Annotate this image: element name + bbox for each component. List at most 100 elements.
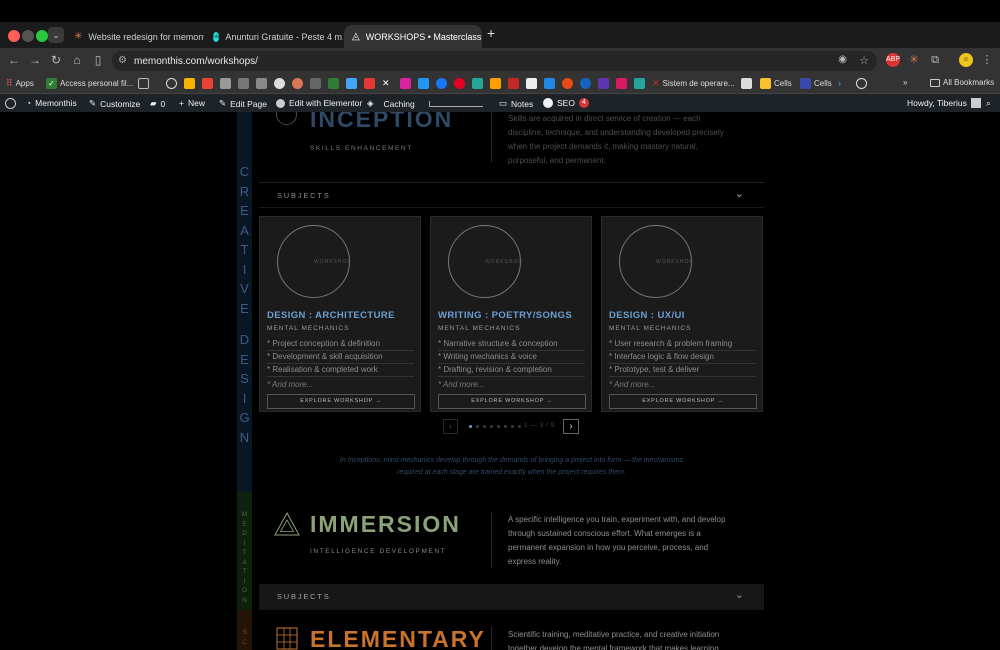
bookmark-17[interactable]	[634, 78, 645, 89]
bookmark-14[interactable]	[580, 78, 591, 89]
profile-avatar-icon[interactable]: ☺	[959, 53, 973, 67]
wp-site-link[interactable]: ◔ Memonthis	[26, 98, 77, 108]
explore-workshop-button[interactable]: EXPLORE WORKSHOP →	[609, 394, 757, 409]
zoom-window-button[interactable]	[36, 30, 48, 42]
bookmark-16[interactable]	[616, 78, 627, 89]
bookmark-icon	[256, 78, 267, 89]
bookmark-sistem[interactable]: ✕ Sistem de operare...	[652, 78, 735, 89]
wp-new-link[interactable]: + New	[179, 98, 205, 108]
bookmark-11[interactable]	[526, 78, 537, 89]
bookmark-grid[interactable]	[138, 78, 149, 89]
bookmark-facebook[interactable]	[436, 78, 447, 89]
inception-subjects-header[interactable]: SUBJECTS ⌄	[259, 182, 764, 208]
minimize-window-button[interactable]	[22, 30, 34, 42]
carousel-dot[interactable]	[504, 425, 507, 428]
sidebar-icon[interactable]: ▯	[90, 53, 106, 67]
carousel-dot[interactable]	[469, 425, 472, 428]
tab-workshops[interactable]: ◬ WORKSHOPS • Masterclass ... ✕	[344, 25, 482, 48]
tab-website-redesign[interactable]: ✳ Website redesign for memont... ✕	[66, 25, 204, 48]
quote-line: In Inceptions, mind mechanics develop th…	[339, 457, 684, 464]
home-icon[interactable]: ⌂	[69, 53, 85, 67]
more-bookmarks-icon[interactable]: »	[903, 78, 907, 87]
wp-caching-link[interactable]: ◈ Caching	[367, 98, 483, 109]
bookmark-site[interactable]	[166, 78, 177, 89]
reload-icon[interactable]: ↻	[48, 53, 64, 67]
bookmark-cells-1[interactable]: Cells	[760, 78, 792, 89]
bookmark-drive[interactable]	[184, 78, 195, 89]
carousel-next-button[interactable]: ›	[563, 419, 579, 434]
bookmark-7[interactable]	[418, 78, 429, 89]
wp-howdy-link[interactable]: Howdy, Tiberius	[907, 98, 981, 108]
bookmark-5[interactable]	[328, 78, 339, 89]
tab-anunturi[interactable]: olx Anunturi Gratuite - Peste 4 m... ✕	[205, 25, 343, 48]
workshop-card[interactable]: WORKSHOP WRITING : POETRY/SONGS MENTAL M…	[430, 216, 592, 412]
bookmark-2[interactable]	[238, 78, 249, 89]
bookmark-claude[interactable]	[292, 78, 303, 89]
bookmark-13[interactable]	[562, 78, 573, 89]
bookmark-cells-2[interactable]: Cells	[800, 78, 832, 89]
carousel-dot[interactable]	[497, 425, 500, 428]
bookmark-12[interactable]	[544, 78, 555, 89]
all-bookmarks[interactable]: All Bookmarks	[930, 78, 994, 87]
wordpress-logo-icon[interactable]	[5, 98, 16, 109]
wp-comments-link[interactable]: ▰ 0	[150, 98, 165, 109]
desc-line: through sustained conscious effort. What…	[508, 529, 701, 538]
claude-extension-icon[interactable]: ✳	[907, 53, 921, 67]
bookmark-4[interactable]	[310, 78, 321, 89]
bookmark-apps[interactable]: ⠿ Apps	[6, 78, 34, 89]
chevron-down-icon[interactable]: ⌄	[735, 588, 744, 601]
explore-workshop-button[interactable]: EXPLORE WORKSHOP →	[267, 394, 415, 409]
bookmark-x[interactable]: ✕	[382, 78, 393, 89]
wp-seo-link[interactable]: SEO 4	[543, 98, 589, 108]
back-icon[interactable]: ←	[6, 53, 22, 67]
immersion-subjects-header[interactable]: SUBJECTS ⌄	[259, 584, 764, 610]
carousel-dot[interactable]	[490, 425, 493, 428]
desc-line: A specific intelligence you train, exper…	[508, 515, 726, 524]
bookmark-instagram[interactable]	[400, 78, 411, 89]
menu-icon[interactable]: ⋮	[980, 53, 994, 67]
extension-site-icon[interactable]: ◉	[838, 54, 847, 65]
address-bar[interactable]: ⚙ memonthis.com/workshops/ ◉ ☆	[112, 51, 877, 71]
desc-line: permanent expansion in how you perceive,…	[508, 543, 709, 552]
wp-edit-page-link[interactable]: ✎ Edit Page	[219, 98, 267, 109]
forward-icon[interactable]: →	[27, 53, 43, 67]
bookmark-icon	[220, 78, 231, 89]
wp-notes-link[interactable]: ▭ Notes	[499, 98, 533, 109]
site-settings-icon[interactable]: ⚙	[118, 55, 127, 66]
bookmark-18[interactable]	[741, 78, 752, 89]
bookmark-access[interactable]: ✓ Access personal fil...	[46, 78, 133, 89]
bookmark-10[interactable]	[508, 78, 519, 89]
bookmark-icon	[472, 78, 483, 89]
wp-customize-link[interactable]: ✎ Customize	[89, 98, 140, 109]
chevron-down-icon[interactable]: ⌄	[735, 187, 744, 200]
bookmark-wordpress[interactable]	[856, 78, 867, 89]
bookmark-youtube[interactable]	[364, 78, 375, 89]
bookmark-19[interactable]: ›	[838, 78, 841, 88]
wp-search-icon[interactable]: ⌕	[986, 98, 991, 109]
bookmark-gmail[interactable]	[202, 78, 213, 89]
bookmark-github[interactable]	[274, 78, 285, 89]
close-window-button[interactable]	[8, 30, 20, 42]
workshop-card[interactable]: WORKSHOP DESIGN : UX/UI MENTAL MECHANICS…	[601, 216, 763, 412]
bookmark-1[interactable]	[220, 78, 231, 89]
bookmark-3[interactable]	[256, 78, 267, 89]
tab-search-button[interactable]: ⌄	[48, 27, 64, 43]
bookmark-9[interactable]	[490, 78, 501, 89]
carousel-dot[interactable]	[518, 425, 521, 428]
bookmark-8[interactable]	[472, 78, 483, 89]
carousel-prev-button[interactable]: ‹	[443, 419, 458, 434]
bookmark-15[interactable]	[598, 78, 609, 89]
top-strip	[0, 0, 1000, 22]
explore-workshop-button[interactable]: EXPLORE WORKSHOP →	[438, 394, 586, 409]
bookmark-pinterest[interactable]	[454, 78, 465, 89]
carousel-dot[interactable]	[476, 425, 479, 428]
extensions-icon[interactable]: ⧉	[928, 53, 942, 67]
new-tab-button[interactable]: +	[487, 25, 495, 41]
carousel-dot[interactable]	[483, 425, 486, 428]
workshop-card[interactable]: WORKSHOP DESIGN : ARCHITECTURE MENTAL ME…	[259, 216, 421, 412]
bookmark-6[interactable]	[346, 78, 357, 89]
adblock-icon[interactable]: ABP	[886, 53, 900, 67]
bookmark-star-icon[interactable]: ☆	[859, 54, 869, 67]
carousel-dot[interactable]	[511, 425, 514, 428]
wp-elementor-link[interactable]: Edit with Elementor	[276, 98, 362, 108]
